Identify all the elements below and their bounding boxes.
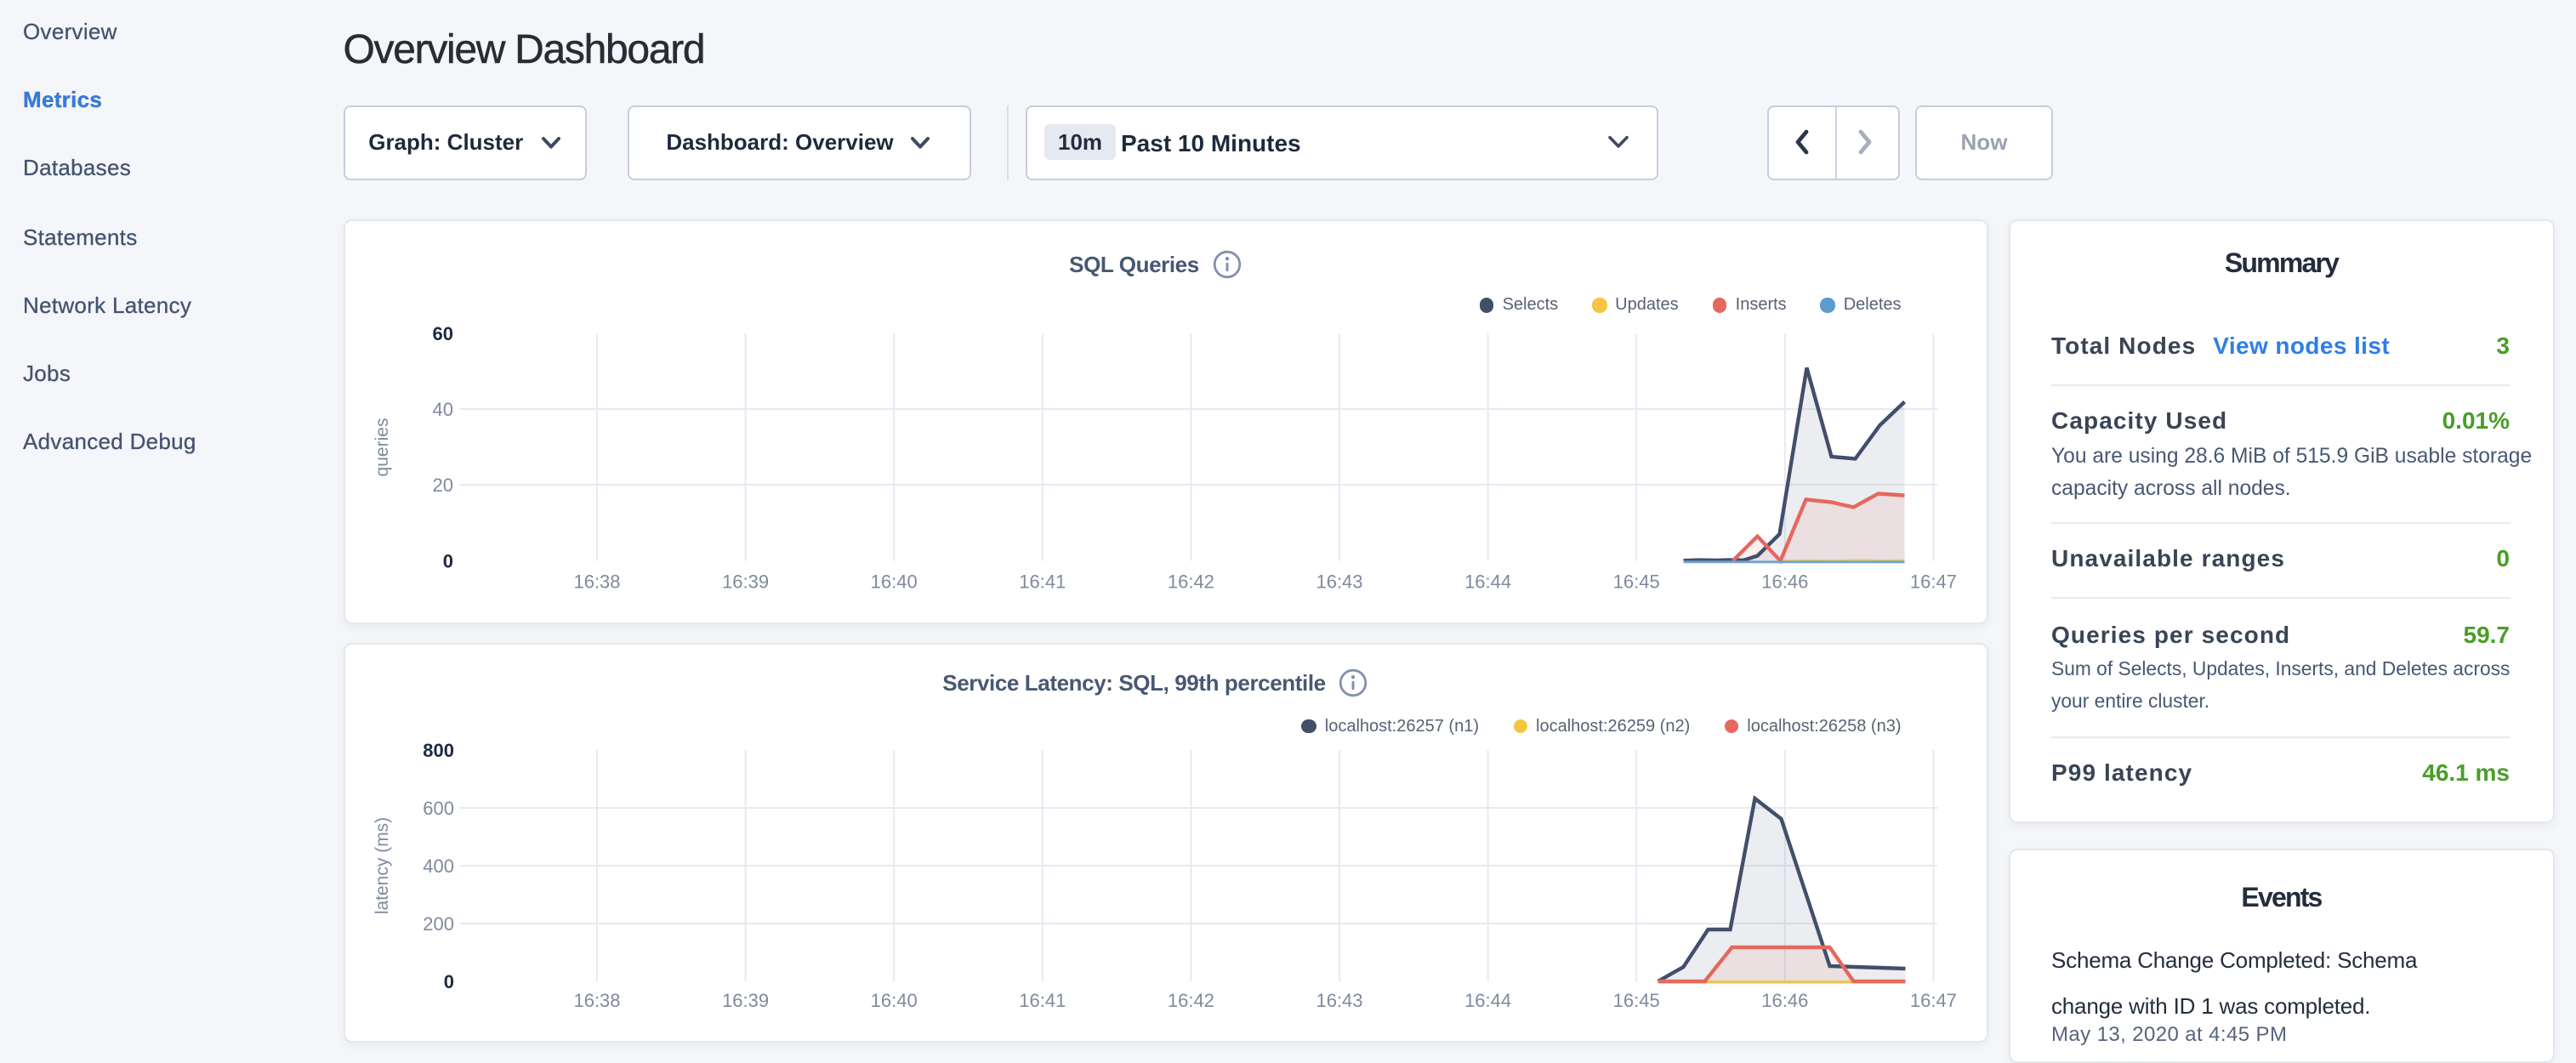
svg-text:16:44: 16:44 <box>1464 989 1511 1010</box>
svg-text:16:40: 16:40 <box>870 989 917 1010</box>
svg-text:latency (ms): latency (ms) <box>372 816 392 913</box>
svg-text:800: 800 <box>423 739 454 760</box>
svg-text:400: 400 <box>423 855 454 876</box>
svg-text:16:45: 16:45 <box>1612 571 1659 593</box>
svg-text:16:38: 16:38 <box>573 989 620 1010</box>
svg-text:200: 200 <box>423 912 454 934</box>
svg-text:60: 60 <box>432 323 452 344</box>
svg-text:20: 20 <box>432 475 452 496</box>
svg-text:40: 40 <box>432 399 452 420</box>
svg-text:16:43: 16:43 <box>1316 989 1362 1010</box>
svg-text:16:39: 16:39 <box>722 571 769 593</box>
svg-text:0: 0 <box>442 551 452 572</box>
svg-text:16:44: 16:44 <box>1464 571 1511 593</box>
svg-text:16:47: 16:47 <box>1909 571 1956 593</box>
svg-text:16:39: 16:39 <box>722 989 769 1010</box>
svg-text:0: 0 <box>443 970 453 992</box>
svg-text:16:41: 16:41 <box>1019 571 1066 593</box>
svg-text:16:45: 16:45 <box>1612 989 1659 1010</box>
svg-text:16:47: 16:47 <box>1909 989 1956 1010</box>
svg-text:16:38: 16:38 <box>573 571 620 593</box>
svg-text:16:42: 16:42 <box>1167 989 1214 1010</box>
svg-text:16:46: 16:46 <box>1761 571 1808 593</box>
svg-text:16:46: 16:46 <box>1761 989 1808 1010</box>
svg-text:16:42: 16:42 <box>1167 571 1214 593</box>
svg-text:600: 600 <box>423 797 454 818</box>
svg-text:queries: queries <box>372 418 392 477</box>
svg-text:16:40: 16:40 <box>870 571 917 593</box>
svg-text:16:43: 16:43 <box>1316 571 1362 593</box>
svg-text:16:41: 16:41 <box>1019 989 1066 1010</box>
